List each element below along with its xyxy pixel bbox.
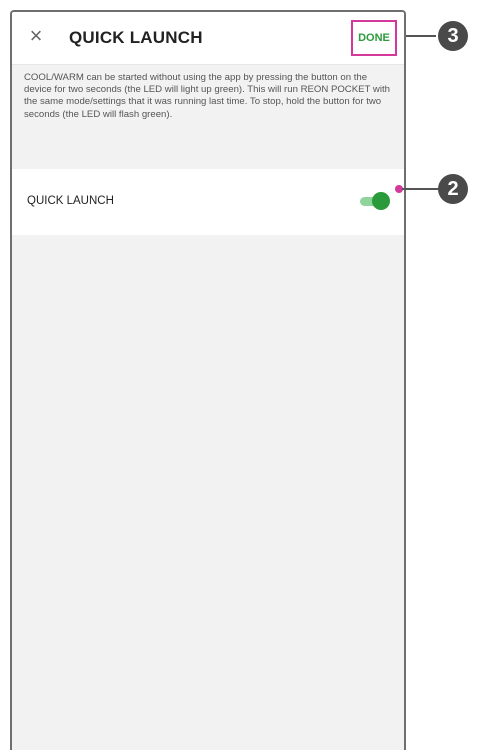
callout-2-badge: 2: [438, 174, 468, 204]
phone-screen: × QUICK LAUNCH DONE COOL/WARM can be sta…: [10, 10, 406, 750]
toggle-thumb: [372, 192, 390, 210]
page-title: QUICK LAUNCH: [69, 28, 203, 47]
app-bar: × QUICK LAUNCH DONE: [12, 12, 404, 65]
callout-3-badge: 3: [438, 21, 468, 51]
done-button[interactable]: DONE: [351, 20, 397, 56]
callout-2-line: [402, 188, 438, 190]
close-icon[interactable]: ×: [26, 25, 46, 47]
quick-launch-label: QUICK LAUNCH: [27, 195, 114, 207]
callout-3-line: [406, 35, 436, 37]
quick-launch-row: QUICK LAUNCH: [12, 169, 404, 235]
description-text: COOL/WARM can be started without using t…: [24, 72, 390, 120]
quick-launch-toggle[interactable]: [360, 192, 390, 210]
